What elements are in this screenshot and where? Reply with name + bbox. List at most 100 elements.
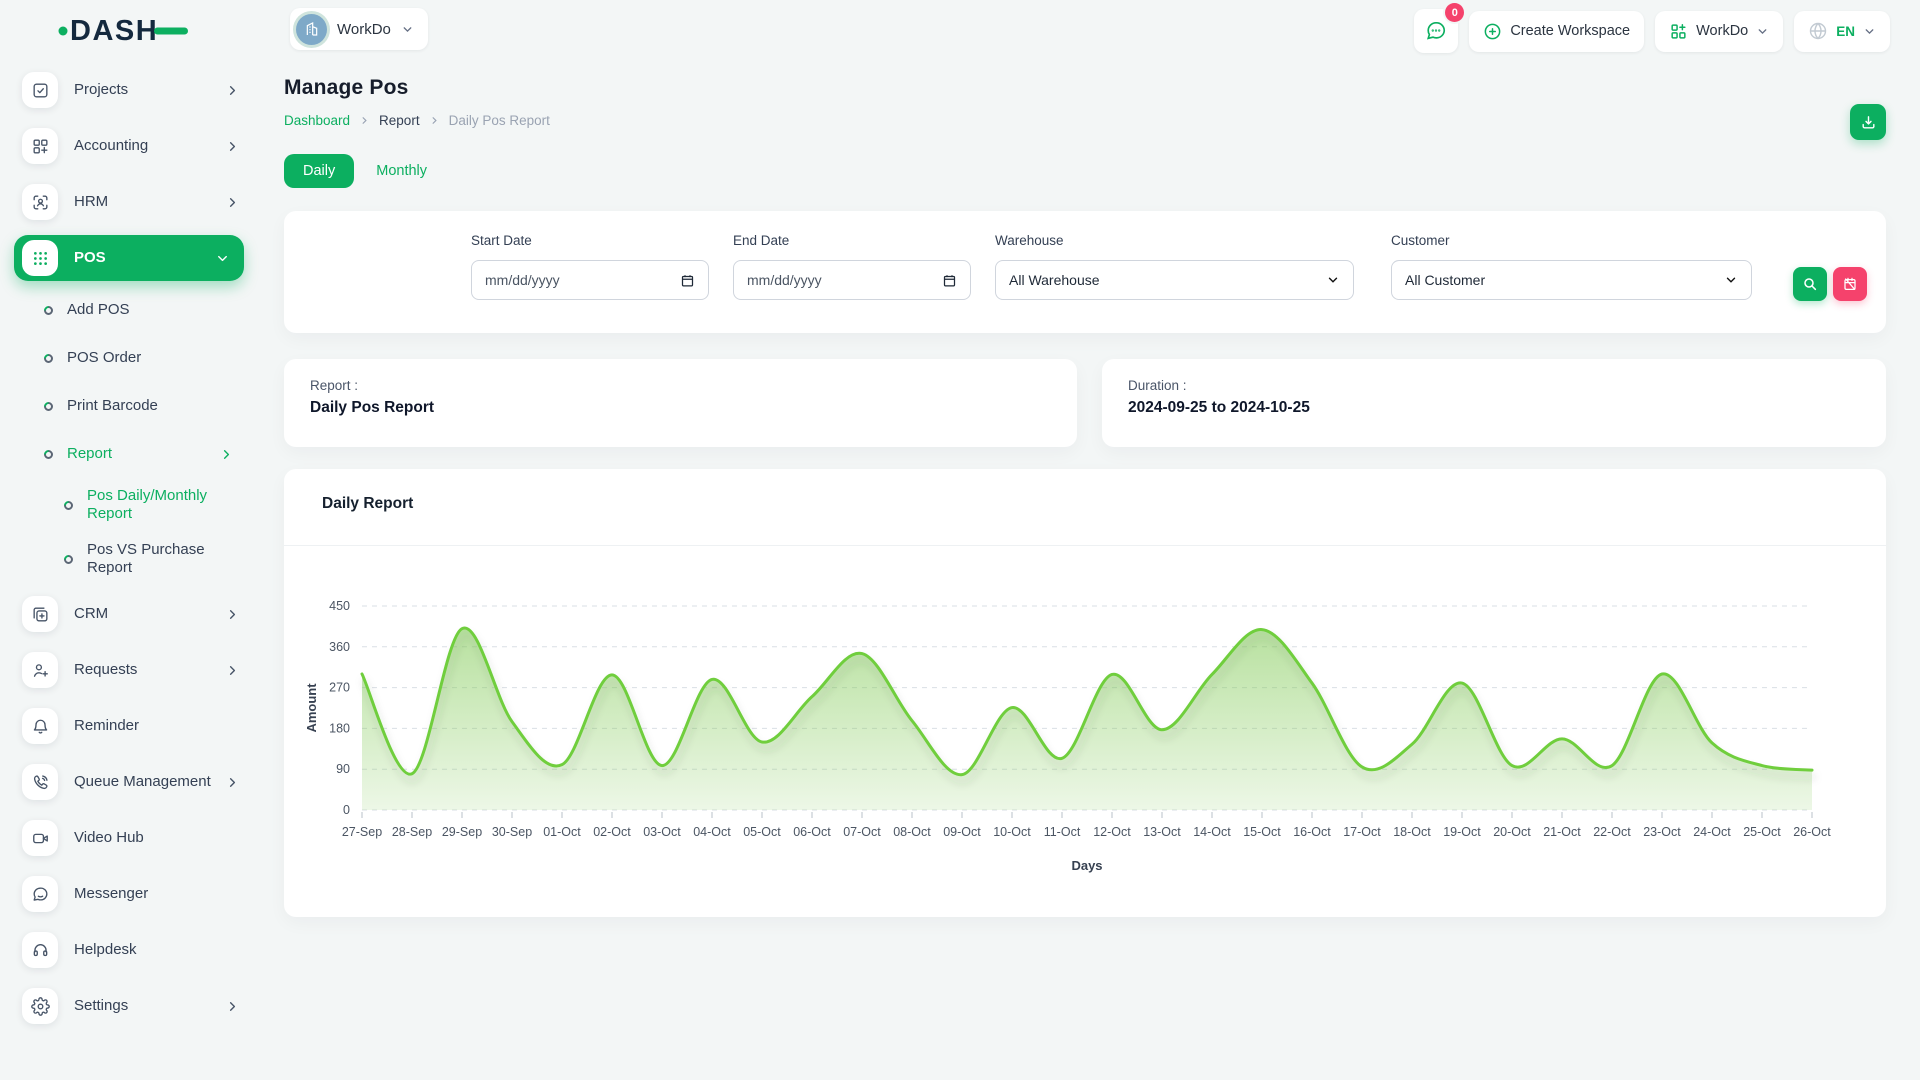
tab-monthly[interactable]: Monthly xyxy=(372,154,431,188)
sidebar-item-print-barcode[interactable]: Print Barcode xyxy=(0,382,258,430)
svg-text:04-Oct: 04-Oct xyxy=(693,825,731,839)
svg-text:21-Oct: 21-Oct xyxy=(1543,825,1581,839)
svg-text:27-Sep: 27-Sep xyxy=(342,825,382,839)
sidebar-item-accounting[interactable]: Accounting xyxy=(0,118,258,174)
sidebar-item-pos-order[interactable]: POS Order xyxy=(0,334,258,382)
sidebar-item-label: Helpdesk xyxy=(74,941,240,959)
workspace-selector[interactable]: WorkDo xyxy=(290,8,428,50)
calendar-icon xyxy=(680,273,695,288)
end-date-value: mm/dd/yyyy xyxy=(747,272,822,288)
chart-title: Daily Report xyxy=(322,495,1848,513)
chevron-down-icon xyxy=(215,251,230,266)
sidebar-item-projects[interactable]: Projects xyxy=(0,62,258,118)
sidebar-item-label: Print Barcode xyxy=(67,397,234,415)
sidebar-item-report[interactable]: Report xyxy=(0,430,258,478)
tab-daily[interactable]: Daily xyxy=(284,154,354,188)
breadcrumb-report[interactable]: Report xyxy=(379,113,420,128)
gear-icon xyxy=(22,988,58,1024)
sidebar-item-label: Settings xyxy=(74,997,225,1015)
sidebar-item-label: Requests xyxy=(74,661,225,679)
svg-text:14-Oct: 14-Oct xyxy=(1193,825,1231,839)
chevron-down-icon xyxy=(1756,25,1769,38)
download-button[interactable] xyxy=(1850,104,1886,140)
svg-text:10-Oct: 10-Oct xyxy=(993,825,1031,839)
chevron-down-icon xyxy=(1863,25,1876,38)
sidebar-item-label: POS xyxy=(74,249,215,267)
svg-text:Days: Days xyxy=(1071,858,1102,873)
svg-text:06-Oct: 06-Oct xyxy=(793,825,831,839)
app-switcher[interactable]: WorkDo xyxy=(1655,11,1783,52)
building-icon xyxy=(304,21,320,37)
customer-select[interactable]: All Customer xyxy=(1391,260,1752,300)
chevron-right-icon xyxy=(429,115,440,126)
sidebar-item-label: Messenger xyxy=(74,885,240,903)
svg-text:30-Sep: 30-Sep xyxy=(492,825,532,839)
svg-text:29-Sep: 29-Sep xyxy=(442,825,482,839)
customer-value: All Customer xyxy=(1405,272,1485,288)
bullet-icon xyxy=(62,553,75,566)
sidebar-item-pos-vs-purchase-report[interactable]: Pos VS Purchase Report xyxy=(0,532,258,586)
chevron-right-icon xyxy=(225,999,240,1014)
search-button[interactable] xyxy=(1793,267,1827,301)
daily-report-chart: 09018027036045027-Sep28-Sep29-Sep30-Sep0… xyxy=(284,546,1886,897)
sidebar-item-settings[interactable]: Settings xyxy=(0,978,258,1034)
sidebar-item-label: Reminder xyxy=(74,717,240,735)
svg-text:08-Oct: 08-Oct xyxy=(893,825,931,839)
chat-button[interactable]: 0 xyxy=(1414,9,1458,53)
grid-plus-icon xyxy=(1669,22,1688,41)
sidebar-item-helpdesk[interactable]: Helpdesk xyxy=(0,922,258,978)
svg-text:01-Oct: 01-Oct xyxy=(543,825,581,839)
sidebar-item-label: POS Order xyxy=(67,349,234,367)
sidebar-item-hrm[interactable]: HRM xyxy=(0,174,258,230)
chevron-right-icon xyxy=(225,195,240,210)
chat-badge: 0 xyxy=(1445,3,1464,22)
grid-dots-icon xyxy=(22,240,58,276)
sidebar-item-crm[interactable]: CRM xyxy=(0,586,258,642)
create-workspace-button[interactable]: Create Workspace xyxy=(1469,11,1644,52)
svg-text:17-Oct: 17-Oct xyxy=(1343,825,1381,839)
svg-text:19-Oct: 19-Oct xyxy=(1443,825,1481,839)
sidebar: Projects Accounting HRM POS Add POS POS Order… xyxy=(0,62,258,1034)
svg-text:0: 0 xyxy=(343,803,350,817)
bullet-icon xyxy=(42,400,55,413)
sidebar-item-requests[interactable]: Requests xyxy=(0,642,258,698)
sidebar-item-pos-daily-monthly-report[interactable]: Pos Daily/Monthly Report xyxy=(0,478,258,532)
duration-summary-card: Duration : 2024-09-25 to 2024-10-25 xyxy=(1102,359,1886,447)
svg-text:03-Oct: 03-Oct xyxy=(643,825,681,839)
sidebar-item-label: Report xyxy=(67,445,219,463)
report-label: Report : xyxy=(310,378,1051,393)
svg-text:20-Oct: 20-Oct xyxy=(1493,825,1531,839)
chevron-right-icon xyxy=(225,139,240,154)
warehouse-label: Warehouse xyxy=(995,233,1354,248)
sidebar-item-add-pos[interactable]: Add POS xyxy=(0,286,258,334)
svg-text:360: 360 xyxy=(329,640,350,654)
sidebar-item-label: Accounting xyxy=(74,137,225,155)
chat-icon xyxy=(22,876,58,912)
check-square-icon xyxy=(22,72,58,108)
sidebar-item-messenger[interactable]: Messenger xyxy=(0,866,258,922)
sidebar-item-label: CRM xyxy=(74,605,225,623)
svg-text:25-Oct: 25-Oct xyxy=(1743,825,1781,839)
sidebar-item-video-hub[interactable]: Video Hub xyxy=(0,810,258,866)
sidebar-item-queue-management[interactable]: Queue Management xyxy=(0,754,258,810)
breadcrumb-dashboard[interactable]: Dashboard xyxy=(284,113,350,128)
sidebar-item-label: Pos VS Purchase Report xyxy=(87,541,234,577)
svg-text:450: 450 xyxy=(329,599,350,613)
start-date-input[interactable]: mm/dd/yyyy xyxy=(471,260,709,300)
reset-filter-button[interactable] xyxy=(1833,267,1867,301)
download-icon xyxy=(1860,114,1877,131)
sidebar-item-pos[interactable]: POS xyxy=(14,235,244,281)
sidebar-item-reminder[interactable]: Reminder xyxy=(0,698,258,754)
svg-text:07-Oct: 07-Oct xyxy=(843,825,881,839)
customer-label: Customer xyxy=(1391,233,1752,248)
chevron-down-icon xyxy=(1326,273,1340,287)
globe-icon xyxy=(1808,21,1828,41)
warehouse-select[interactable]: All Warehouse xyxy=(995,260,1354,300)
language-selector[interactable]: EN xyxy=(1794,11,1890,52)
end-date-input[interactable]: mm/dd/yyyy xyxy=(733,260,971,300)
bell-icon xyxy=(22,708,58,744)
logo-text: DASH xyxy=(70,15,158,47)
chevron-right-icon xyxy=(219,447,234,462)
modules-icon xyxy=(22,128,58,164)
bullet-icon xyxy=(62,499,75,512)
